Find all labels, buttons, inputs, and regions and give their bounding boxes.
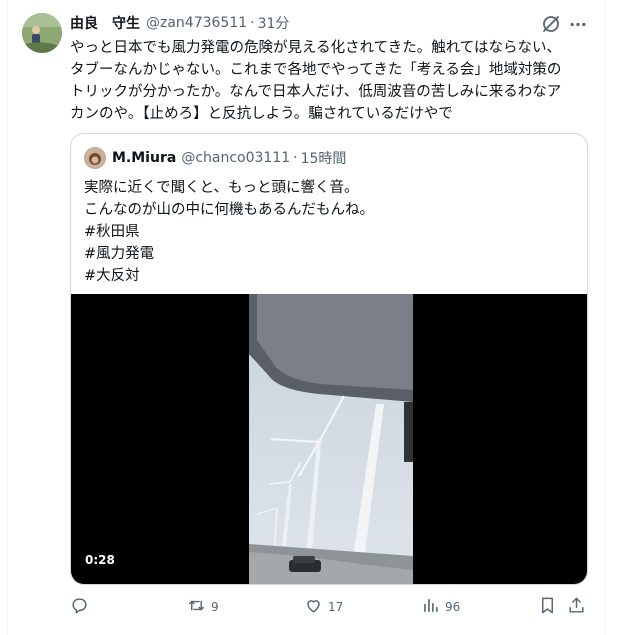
- like-count: 17: [328, 600, 344, 614]
- video-thumbnail: [249, 294, 413, 584]
- reply-icon: [70, 596, 89, 618]
- author-display-name[interactable]: 由良 守生: [70, 13, 140, 33]
- share-button[interactable]: [567, 595, 586, 619]
- share-icon: [567, 596, 586, 618]
- tweet-actions: 9 17 96: [70, 595, 590, 619]
- retweet-icon: [187, 596, 206, 618]
- author-handle[interactable]: @zan4736511: [146, 15, 247, 31]
- author-avatar[interactable]: [22, 13, 62, 53]
- bookmark-icon: [538, 596, 557, 618]
- timeline-border-right: [604, 0, 605, 635]
- quoted-tweet-text: 実際に近くで聞くと、もっと頭に響く音。 こんなのが山の中に何機もあるんだもんね。…: [84, 180, 374, 284]
- video-player[interactable]: 0:28: [71, 294, 587, 584]
- quoted-timestamp[interactable]: 15時間: [301, 148, 347, 168]
- quoted-handle[interactable]: @chanco03111: [181, 150, 290, 166]
- tweet-text: やっと日本でも風力発電の危険が見える化されてきた。触れてはならない、 タブーなん…: [70, 40, 562, 122]
- reply-button[interactable]: [70, 595, 89, 619]
- retweet-count: 9: [211, 600, 219, 614]
- views-button[interactable]: 96: [421, 595, 460, 619]
- grok-icon[interactable]: [540, 13, 562, 35]
- like-button[interactable]: 17: [304, 595, 343, 619]
- quoted-tweet-header: M.Miura @chanco03111 · 15時間: [112, 147, 346, 169]
- more-options-icon[interactable]: [566, 13, 590, 35]
- tweet-timestamp[interactable]: 31分: [258, 13, 290, 33]
- quoted-display-name[interactable]: M.Miura: [112, 150, 176, 166]
- tweet-header: 由良 守生 @zan4736511 · 31分: [70, 13, 289, 33]
- heart-icon: [304, 596, 323, 618]
- views-icon: [421, 596, 440, 618]
- quoted-tweet-card[interactable]: M.Miura @chanco03111 · 15時間 実際に近くで聞くと、もっ…: [70, 133, 588, 585]
- views-count: 96: [445, 600, 461, 614]
- quoted-author-avatar[interactable]: [84, 147, 106, 169]
- timeline-border-left: [7, 0, 8, 635]
- retweet-button[interactable]: 9: [187, 595, 219, 619]
- quoted-header-separator: ·: [293, 150, 298, 166]
- bookmark-button[interactable]: [538, 595, 557, 619]
- video-duration: 0:28: [85, 553, 115, 567]
- header-separator: ·: [250, 15, 255, 31]
